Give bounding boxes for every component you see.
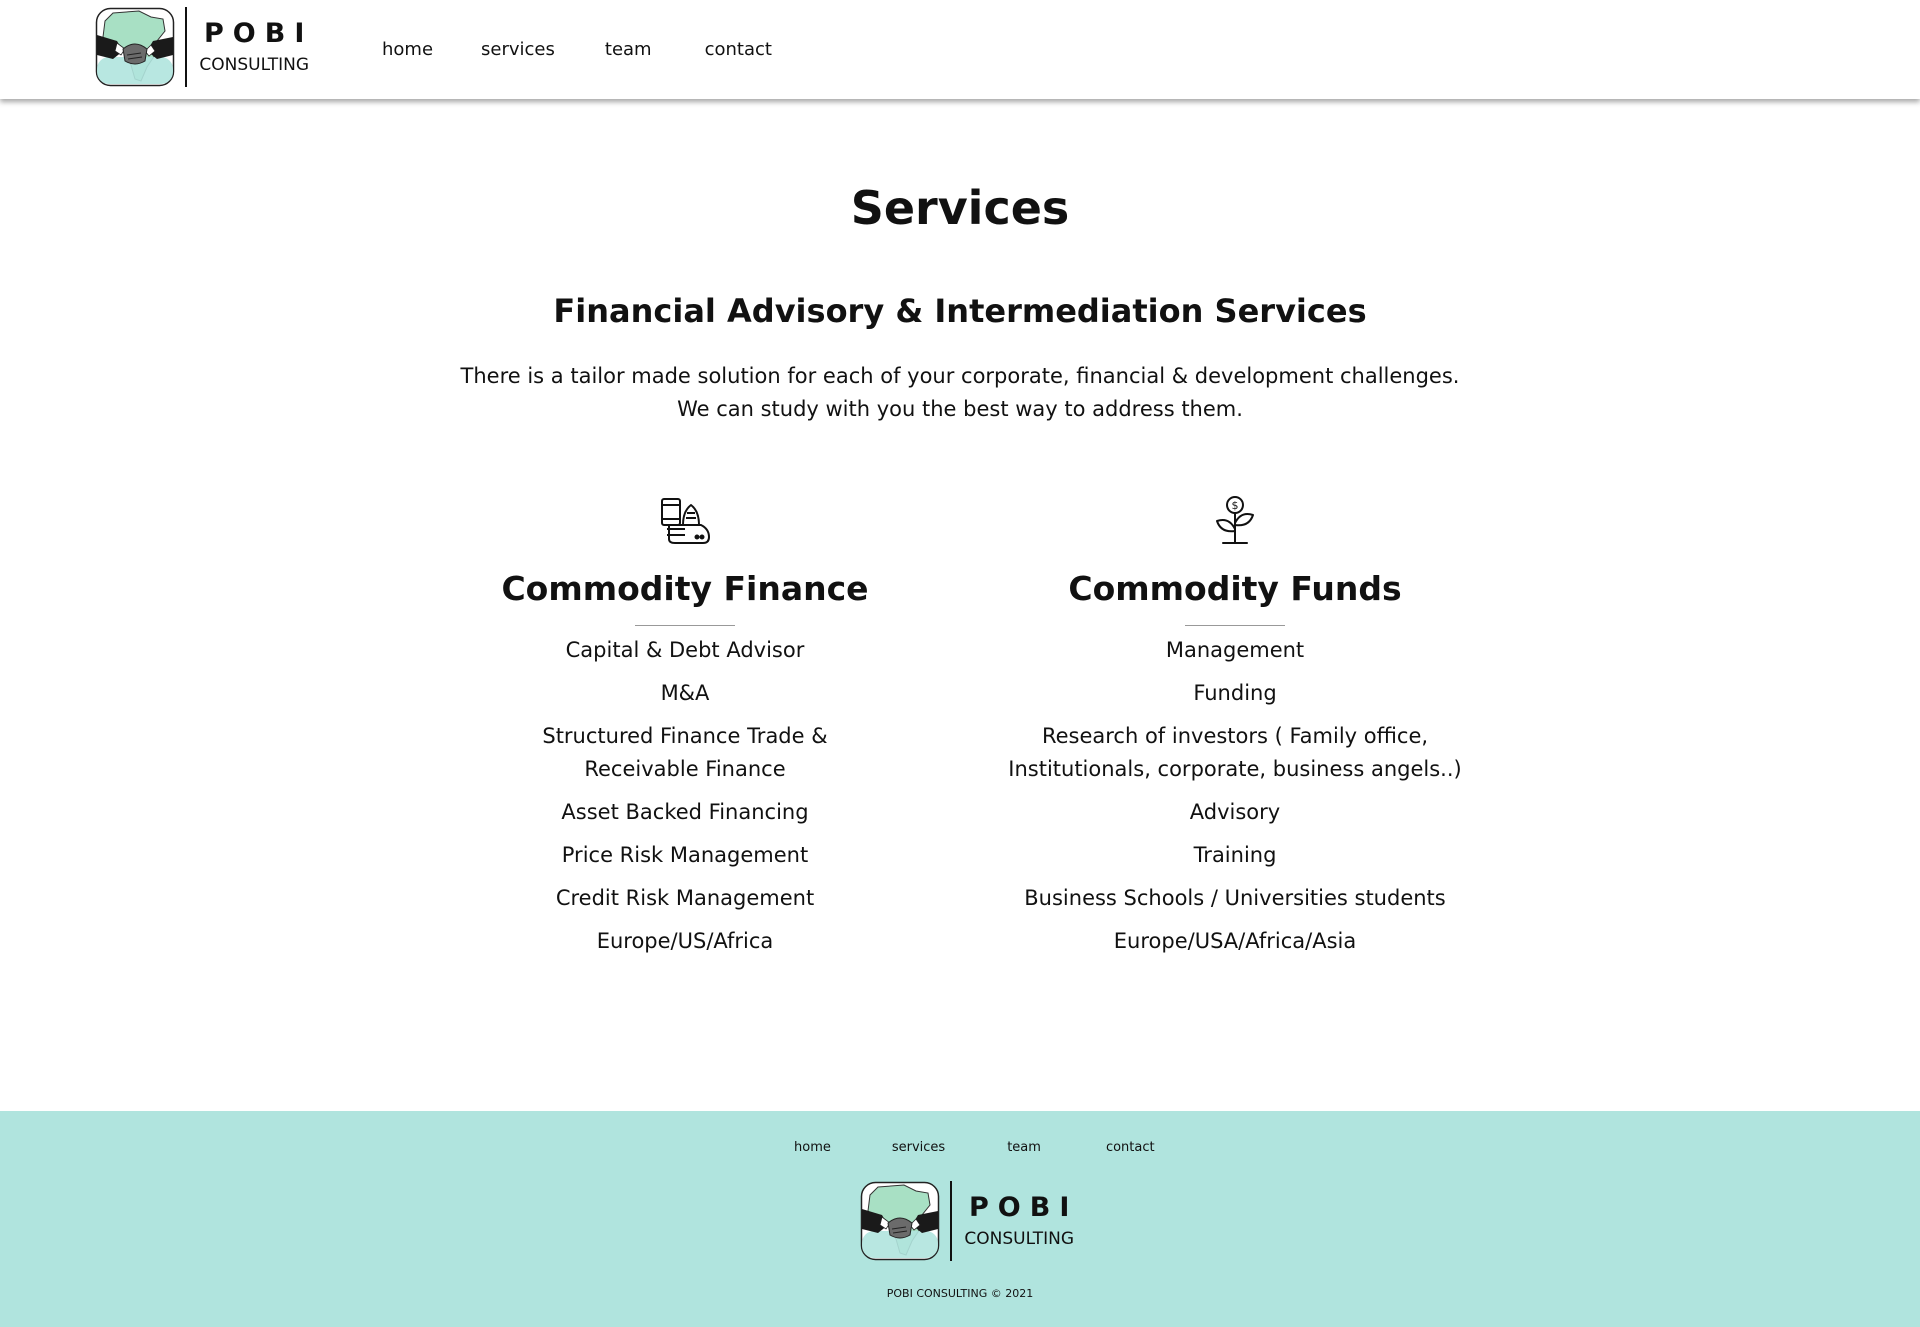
logo-divider [950,1181,952,1261]
service-item: Funding [1193,681,1277,705]
intro-line: There is a tailor made solution for each… [460,364,1460,388]
nav-link-services[interactable]: services [481,38,555,62]
commodity-finance-column: Commodity Finance Capital & Debt Advisor… [425,495,945,968]
title-divider [1185,625,1285,626]
handshake-africa-logo-icon [860,1181,940,1261]
service-list: Capital & Debt Advisor M&A Structured Fi… [425,634,945,958]
logo-name: POBI [204,18,314,49]
main-nav: home services team contact [382,38,820,62]
site-header: POBI CONSULTING home services team conta… [0,0,1920,99]
service-item: Management [1165,638,1305,662]
service-item: Asset Backed Financing [561,800,809,824]
header-logo[interactable]: POBI CONSULTING [95,7,313,87]
handshake-africa-logo-icon [95,7,175,87]
service-item: Price Risk Management [561,843,809,867]
service-item: Research of investors ( Family office, I… [1008,724,1462,781]
footer-logo[interactable]: POBI CONSULTING [860,1181,1078,1261]
logo-wordmark: POBI CONSULTING [195,20,313,74]
title-divider [635,625,735,626]
nav-link-team[interactable]: team [605,38,652,62]
commodities-icon [661,498,710,544]
section-subtitle: Financial Advisory & Intermediation Serv… [553,292,1367,330]
nav-link-home[interactable]: home [382,38,433,62]
column-title: Commodity Finance [501,569,869,608]
site-footer: home services team contact POBI CONSULTI… [0,1111,1920,1327]
page-title: Services [850,181,1070,235]
logo-wordmark: POBI CONSULTING [960,1194,1078,1248]
footer-nav: home services team contact [794,1139,1155,1157]
nav-link-contact[interactable]: contact [705,38,772,62]
footer-link-contact[interactable]: contact [1106,1139,1155,1157]
service-item: Advisory [1189,800,1281,824]
service-item: Structured Finance Trade & Receivable Fi… [542,724,828,781]
intro-line: We can study with you the best way to ad… [677,397,1243,421]
footer-link-home[interactable]: home [794,1139,831,1157]
commodity-funds-column: $ Commodity Funds Management Funding Res… [975,495,1495,968]
svg-text:$: $ [1232,499,1239,512]
logo-name: POBI [969,1192,1079,1223]
column-title: Commodity Funds [1068,569,1402,608]
service-item: Training [1193,843,1277,867]
intro-text: There is a tailor made solution for each… [0,360,1920,426]
service-item: Europe/USA/Africa/Asia [1113,929,1357,953]
footer-link-services[interactable]: services [892,1139,945,1157]
service-item: M&A [660,681,710,705]
footer-link-team[interactable]: team [1007,1139,1041,1157]
service-item: Credit Risk Management [555,886,815,910]
service-item: Capital & Debt Advisor [565,638,805,662]
service-item: Europe/US/Africa [596,929,774,953]
service-item: Business Schools / Universities students [1024,886,1446,910]
logo-divider [185,7,187,87]
money-plant-icon: $ [1216,496,1254,544]
logo-tagline: CONSULTING [964,1229,1074,1249]
copyright-text: POBI CONSULTING © 2021 [886,1287,1034,1300]
logo-tagline: CONSULTING [199,55,309,75]
service-list: Management Funding Research of investors… [975,634,1495,958]
